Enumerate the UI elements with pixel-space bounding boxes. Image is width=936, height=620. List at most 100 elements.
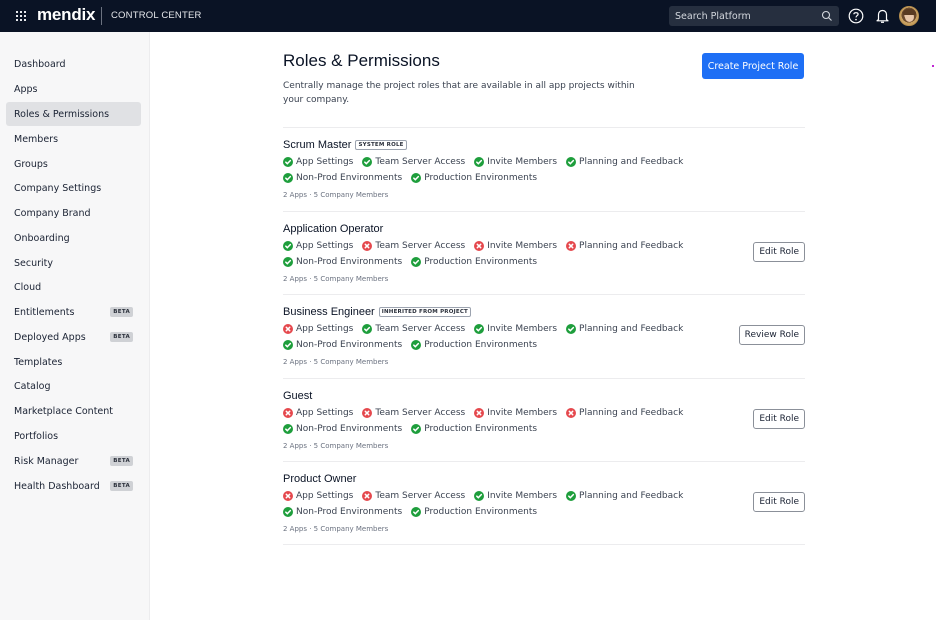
permission-label: App Settings	[296, 157, 354, 167]
search-icon[interactable]	[821, 10, 833, 22]
create-project-role-button[interactable]: Create Project Role	[702, 53, 804, 79]
mendix-logo[interactable]: mendix	[37, 5, 96, 25]
permission-item: Non-Prod Environments	[283, 423, 403, 434]
permission-row: Non-Prod Environments Production Environm…	[283, 256, 538, 267]
permission-item: Team Server Access	[362, 240, 465, 251]
beta-badge: BETA	[110, 332, 133, 342]
x-circle-icon	[283, 491, 293, 502]
check-circle-icon	[566, 157, 577, 167]
sidebar-item-health-dashboard[interactable]: Health Dashboard BETA	[6, 474, 141, 498]
permission-label: Production Environments	[424, 173, 538, 183]
permission-label: Non-Prod Environments	[296, 423, 403, 434]
permission-row: App Settings Team Server Access Invite Mem…	[283, 157, 683, 167]
sidebar-item-label: Entitlements	[14, 306, 75, 318]
permission-row: Non-Prod Environments Production Environm…	[283, 507, 538, 518]
beta-badge: BETA	[110, 481, 133, 491]
role-row: Product Owner App Settings Team Server Acc…	[283, 461, 805, 545]
role-meta: 2 Apps · 5 Company Members	[283, 191, 389, 199]
permission-label: Non-Prod Environments	[296, 507, 403, 518]
permission-item: Invite Members	[474, 157, 557, 167]
edit-role-button[interactable]: Edit Role	[753, 241, 805, 262]
check-circle-icon	[283, 423, 293, 434]
permission-item: Invite Members	[474, 407, 558, 418]
sidebar-item-deployed-apps[interactable]: Deployed Apps BETA	[6, 325, 141, 349]
sidebar-item-templates[interactable]: Templates	[6, 350, 141, 374]
sidebar-item-dashboard[interactable]: Dashboard	[6, 52, 141, 76]
role-meta: 2 Apps · 5 Company Members	[283, 358, 389, 367]
x-circle-icon	[474, 240, 485, 251]
sidebar-item-label: Templates	[14, 356, 63, 368]
permission-item: App Settings	[283, 491, 353, 502]
permission-label: Production Environments	[424, 256, 538, 267]
permission-label: Production Environments	[424, 423, 538, 434]
permission-row: Non-Prod Environments Production Environm…	[283, 423, 538, 434]
sidebar-item-security[interactable]: Security	[6, 251, 141, 275]
role-title: Scrum Master SYSTEM ROLE	[283, 139, 407, 151]
check-circle-icon	[362, 324, 373, 335]
main-content: Roles & Permissions Centrally manage the…	[151, 32, 936, 620]
check-circle-icon	[283, 340, 293, 351]
sidebar-item-groups[interactable]: Groups	[6, 152, 141, 176]
sidebar-item-onboarding[interactable]: Onboarding	[6, 226, 141, 250]
role-name: Application Operator	[283, 222, 384, 235]
permission-item: Team Server Access	[362, 491, 465, 502]
check-circle-icon	[474, 157, 485, 167]
avatar[interactable]	[899, 6, 919, 26]
role-row: Business Engineer INHERITED FROM PROJECT A…	[283, 294, 805, 378]
permission-item: App Settings	[283, 157, 353, 167]
check-circle-icon	[283, 157, 293, 167]
x-circle-icon	[566, 240, 577, 251]
help-icon[interactable]	[848, 8, 864, 24]
sidebar-item-label: Health Dashboard	[14, 480, 100, 492]
permission-label: Non-Prod Environments	[296, 256, 403, 267]
page-title: Roles & Permissions	[283, 51, 440, 70]
permission-label: Planning and Feedback	[579, 157, 684, 167]
search-input[interactable]	[675, 10, 815, 22]
sidebar-item-portfolios[interactable]: Portfolios	[6, 424, 141, 448]
permission-label: Planning and Feedback	[579, 240, 684, 251]
sidebar-item-roles-permissions[interactable]: Roles & Permissions	[6, 102, 141, 126]
permission-item: Invite Members	[474, 240, 558, 251]
sidebar-item-label: Company Settings	[14, 182, 102, 194]
permission-item: App Settings	[283, 407, 353, 418]
check-circle-icon	[283, 507, 293, 518]
permission-row: App Settings Team Server Access Invite Mem…	[283, 324, 683, 335]
permission-label: Non-Prod Environments	[296, 340, 403, 351]
permission-label: Invite Members	[487, 407, 558, 418]
role-name: Guest	[283, 389, 313, 402]
permission-label: Production Environments	[424, 507, 538, 518]
permission-label: Team Server Access	[375, 407, 466, 418]
sidebar-item-members[interactable]: Members	[6, 127, 141, 151]
sidebar-item-company-settings[interactable]: Company Settings	[6, 176, 141, 200]
review-role-button[interactable]: Review Role	[738, 325, 805, 346]
sidebar-item-company-brand[interactable]: Company Brand	[6, 201, 141, 225]
search-box[interactable]	[669, 6, 839, 26]
sidebar-item-label: Dashboard	[14, 58, 66, 70]
edit-role-button[interactable]: Edit Role	[753, 408, 805, 429]
permission-label: Invite Members	[487, 240, 558, 251]
permission-label: Team Server Access	[375, 157, 466, 167]
sidebar-item-risk-manager[interactable]: Risk Manager BETA	[6, 449, 141, 473]
sidebar-item-marketplace-content[interactable]: Marketplace Content	[6, 399, 141, 423]
sidebar-item-entitlements[interactable]: Entitlements BETA	[6, 300, 141, 324]
edit-role-button[interactable]: Edit Role	[753, 492, 805, 513]
permission-item: Non-Prod Environments	[283, 173, 402, 183]
bell-icon[interactable]	[875, 8, 890, 24]
sidebar-item-catalog[interactable]: Catalog	[6, 374, 141, 398]
permission-item: Team Server Access	[362, 324, 465, 335]
sidebar-item-cloud[interactable]: Cloud	[6, 275, 141, 299]
permission-item: Production Environments	[411, 340, 537, 351]
role-row: Application Operator App Settings Team Ser…	[283, 210, 805, 295]
permission-item: Planning and Feedback	[566, 157, 683, 167]
sidebar-item-apps[interactable]: Apps	[6, 77, 141, 101]
role-row: Scrum Master SYSTEM ROLE App Settings Team …	[283, 127, 805, 211]
check-circle-icon	[474, 491, 485, 502]
check-circle-icon	[362, 157, 373, 167]
permission-item: Production Environments	[411, 423, 538, 434]
sidebar: Dashboard Apps Roles & Permissions Members G…	[0, 32, 150, 620]
permission-row: App Settings Team Server Access Invite Mem…	[283, 491, 683, 502]
apps-grid-icon[interactable]	[16, 11, 26, 21]
check-circle-icon	[411, 423, 422, 434]
permission-item: Production Environments	[411, 173, 537, 183]
role-meta: 2 Apps · 5 Company Members	[283, 525, 389, 534]
